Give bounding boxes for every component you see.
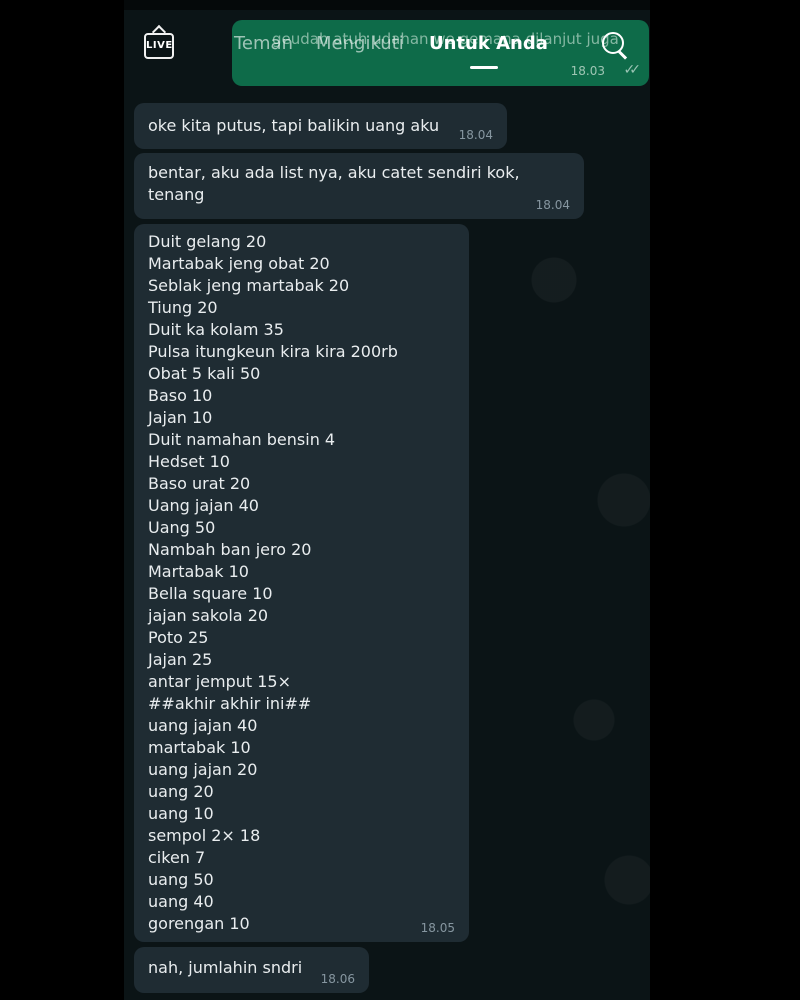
list-line: uang jajan 40: [148, 716, 258, 735]
list-message-lines: Duit gelang 20 Martabak jeng obat 20 Sebla…: [148, 231, 455, 935]
list-line: Baso urat 20: [148, 474, 251, 493]
tab-mengikuti[interactable]: Mengikuti: [316, 33, 404, 54]
search-icon[interactable]: [602, 32, 630, 60]
message-bubble[interactable]: bentar, aku ada list nya, aku catet send…: [134, 153, 584, 219]
list-line: Bella square 10: [148, 584, 273, 603]
list-line: martabak 10: [148, 738, 251, 757]
tab-untuk-anda[interactable]: Untuk Anda: [429, 33, 548, 54]
outgoing-message-time: 18.03: [570, 64, 605, 78]
active-tab-indicator: [470, 66, 498, 69]
message-time: 18.06: [320, 972, 355, 986]
list-line: Uang 50: [148, 518, 216, 537]
message-bubble[interactable]: oke kita putus, tapi balikin uang aku 18…: [134, 103, 507, 149]
list-line: uang 40: [148, 892, 214, 911]
message-time: 18.05: [420, 921, 455, 935]
list-line: antar jemput 15×: [148, 672, 291, 691]
list-line: uang 20: [148, 782, 214, 801]
list-line: Baso 10: [148, 386, 213, 405]
list-line: uang jajan 20: [148, 760, 258, 779]
list-line: ciken 7: [148, 848, 206, 867]
list-line: Hedset 10: [148, 452, 230, 471]
list-line: Pulsa itungkeun kira kira 200rb: [148, 342, 398, 361]
list-line: Martabak jeng obat 20: [148, 254, 330, 273]
message-bubble[interactable]: nah, jumlahin sndri 18.06: [134, 947, 369, 993]
message-time: 18.04: [458, 128, 493, 142]
message-text: oke kita putus, tapi balikin uang aku: [148, 116, 440, 135]
list-line: Duit ka kolam 35: [148, 320, 284, 339]
list-line: Obat 5 kali 50: [148, 364, 261, 383]
list-line: uang 50: [148, 870, 214, 889]
list-line: Nambah ban jero 20: [148, 540, 312, 559]
status-bar: [124, 0, 650, 10]
list-line: Duit gelang 20: [148, 232, 267, 251]
list-line: Poto 25: [148, 628, 209, 647]
list-line: uang 10: [148, 804, 214, 823]
live-icon[interactable]: LIVE: [144, 33, 174, 59]
list-line: Jajan 10: [148, 408, 213, 427]
message-time: 18.04: [535, 198, 570, 212]
list-line: Duit namahan bensin 4: [148, 430, 336, 449]
message-text: bentar, aku ada list nya, aku catet send…: [148, 163, 520, 204]
live-label: LIVE: [146, 40, 173, 51]
read-ticks-icon: ✓✓: [623, 62, 642, 78]
message-text: nah, jumlahin sndri: [148, 958, 303, 977]
chat-screen: geudah atuh udahan we gemana dilanjut ju…: [124, 0, 650, 1000]
list-line: Tiung 20: [148, 298, 218, 317]
list-message-bubble[interactable]: Duit gelang 20 Martabak jeng obat 20 Sebla…: [134, 224, 469, 942]
list-line: ##akhir akhir ini##: [148, 694, 312, 713]
list-line: gorengan 10: [148, 914, 250, 933]
list-line: sempol 2× 18: [148, 826, 261, 845]
list-line: Seblak jeng martabak 20: [148, 276, 350, 295]
list-line: Uang jajan 40: [148, 496, 259, 515]
list-line: Jajan 25: [148, 650, 213, 669]
list-line: jajan sakola 20: [148, 606, 269, 625]
tab-teman[interactable]: Teman: [234, 33, 293, 54]
list-line: Martabak 10: [148, 562, 249, 581]
